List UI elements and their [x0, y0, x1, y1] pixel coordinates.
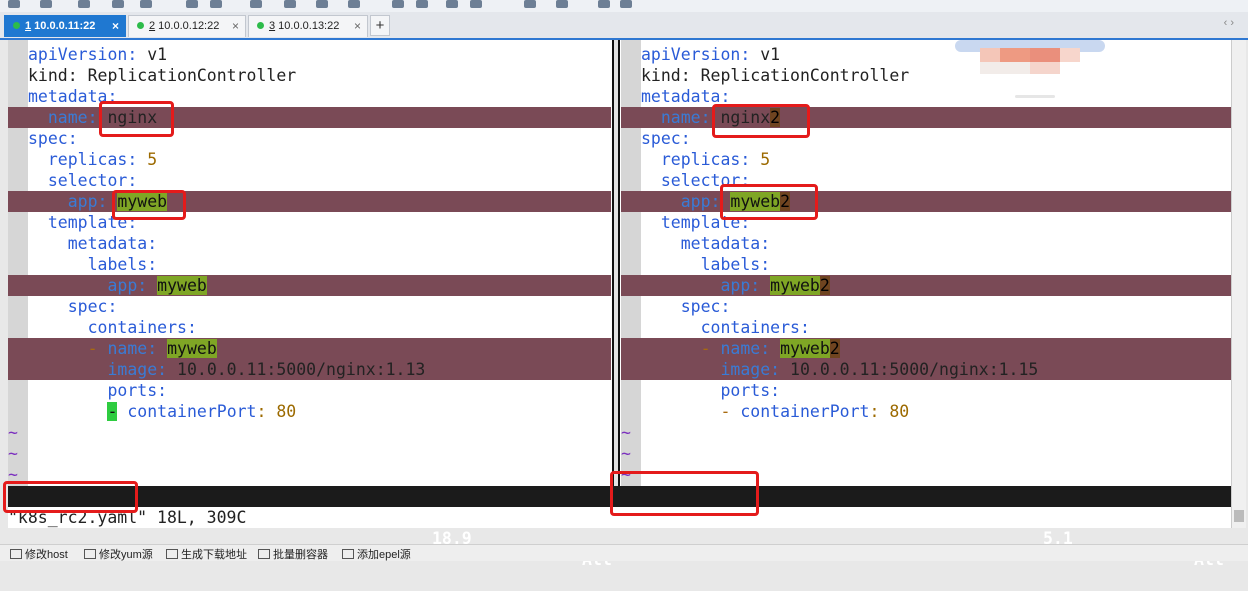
command-icon	[342, 549, 354, 560]
font-icon[interactable]	[348, 0, 360, 8]
code-line: apiVersion: v1	[28, 45, 168, 64]
code-line: labels:	[28, 255, 158, 274]
code-line: apiVersion: v1	[641, 45, 781, 64]
empty-line-marker: ~	[8, 423, 18, 442]
diff-line: image: 10.0.0.11:5000/nginx:1.15	[621, 359, 1232, 380]
comment-icon[interactable]	[620, 0, 632, 8]
session-tab-bar: 1 10.0.0.11:22 × 2 10.0.0.12:22 × 3 10.0…	[0, 12, 1248, 40]
close-tab-icon[interactable]: ×	[112, 16, 119, 37]
empty-line-marker: ~	[621, 444, 631, 463]
script-icon[interactable]	[416, 0, 428, 8]
fullscreen-icon[interactable]	[446, 0, 458, 8]
empty-line-marker: ~	[621, 423, 631, 442]
copy-icon[interactable]	[186, 0, 198, 8]
annotation-box	[610, 471, 759, 516]
disconnect-icon[interactable]	[112, 0, 124, 8]
transfer-icon[interactable]	[524, 0, 536, 8]
code-line: template:	[641, 213, 751, 232]
annotation-box	[3, 481, 138, 513]
scrollbar-thumb[interactable]	[1234, 510, 1244, 522]
new-session-icon[interactable]	[8, 0, 20, 8]
code-line: ports:	[641, 381, 781, 400]
code-line: replicas: 5	[28, 150, 158, 169]
code-line: metadata:	[28, 234, 158, 253]
code-line: kind: ReplicationController	[641, 66, 910, 85]
annotation-box	[112, 190, 186, 220]
code-line: - containerPort: 80	[641, 402, 910, 421]
gear-icon[interactable]	[140, 0, 152, 8]
code-line: replicas: 5	[641, 150, 771, 169]
help-icon[interactable]	[598, 0, 610, 8]
open-folder-icon[interactable]	[40, 0, 52, 8]
connected-status-icon	[137, 21, 144, 29]
redacted-overlay	[950, 40, 1110, 98]
code-line: labels:	[641, 255, 771, 274]
command-icon	[10, 549, 22, 560]
code-line: template:	[28, 213, 138, 232]
command-icon	[84, 549, 96, 560]
paste-icon[interactable]	[210, 0, 222, 8]
diff-line: app: myweb2	[621, 275, 1232, 296]
layout-icon[interactable]	[284, 0, 296, 8]
diff-line: - name: myweb2	[621, 338, 1232, 359]
quick-command-bar: 修改host 修改yum源 生成下载地址 批量删容器 添加epel源	[0, 544, 1248, 561]
terminal-scrollbar[interactable]	[1231, 40, 1246, 528]
tab-session-1[interactable]: 1 10.0.0.11:22 ×	[4, 15, 126, 37]
code-line: - containerPort: 80	[107, 402, 297, 421]
close-tab-icon[interactable]: ×	[354, 16, 361, 37]
diff-line: image: 10.0.0.11:5000/nginx:1.13	[8, 359, 611, 380]
globe-icon[interactable]	[316, 0, 328, 8]
connected-status-icon	[13, 21, 20, 29]
command-icon	[166, 549, 178, 560]
tab-session-2[interactable]: 2 10.0.0.12:22 ×	[128, 15, 246, 37]
code-line: spec:	[641, 297, 731, 316]
connected-status-icon	[257, 21, 264, 29]
annotation-box	[99, 101, 174, 137]
add-tab-button[interactable]: +	[370, 15, 390, 36]
code-line: containers:	[28, 318, 197, 337]
annotation-box	[712, 104, 810, 138]
diff-line: app: myweb	[8, 191, 611, 212]
close-tab-icon[interactable]: ×	[232, 16, 239, 37]
command-icon	[258, 549, 270, 560]
annotation-box	[720, 184, 818, 220]
code-line: kind: ReplicationController	[28, 66, 297, 85]
window-icon[interactable]	[556, 0, 568, 8]
empty-line-marker: ~	[8, 444, 18, 463]
lock-icon[interactable]	[470, 0, 482, 8]
color-icon[interactable]	[392, 0, 404, 8]
diff-line: app: myweb	[8, 275, 611, 296]
diff-line: app: myweb2	[621, 191, 1232, 212]
code-line: containers:	[641, 318, 810, 337]
code-line: metadata:	[641, 234, 771, 253]
code-line: selector:	[28, 171, 138, 190]
tab-session-3[interactable]: 3 10.0.0.13:22 ×	[248, 15, 368, 37]
code-line: spec:	[28, 297, 118, 316]
code-line: ports:	[28, 381, 168, 400]
tab-scroll-arrows[interactable]: ‹ ›	[1224, 17, 1234, 29]
vertical-split-divider[interactable]	[612, 40, 620, 486]
code-line: selector:	[641, 171, 751, 190]
diff-line: - name: myweb	[8, 338, 611, 359]
terminal-area[interactable]: apiVersion: v1 kind: ReplicationControll…	[8, 40, 1232, 569]
print-icon[interactable]	[250, 0, 262, 8]
settings-icon[interactable]	[78, 0, 90, 8]
